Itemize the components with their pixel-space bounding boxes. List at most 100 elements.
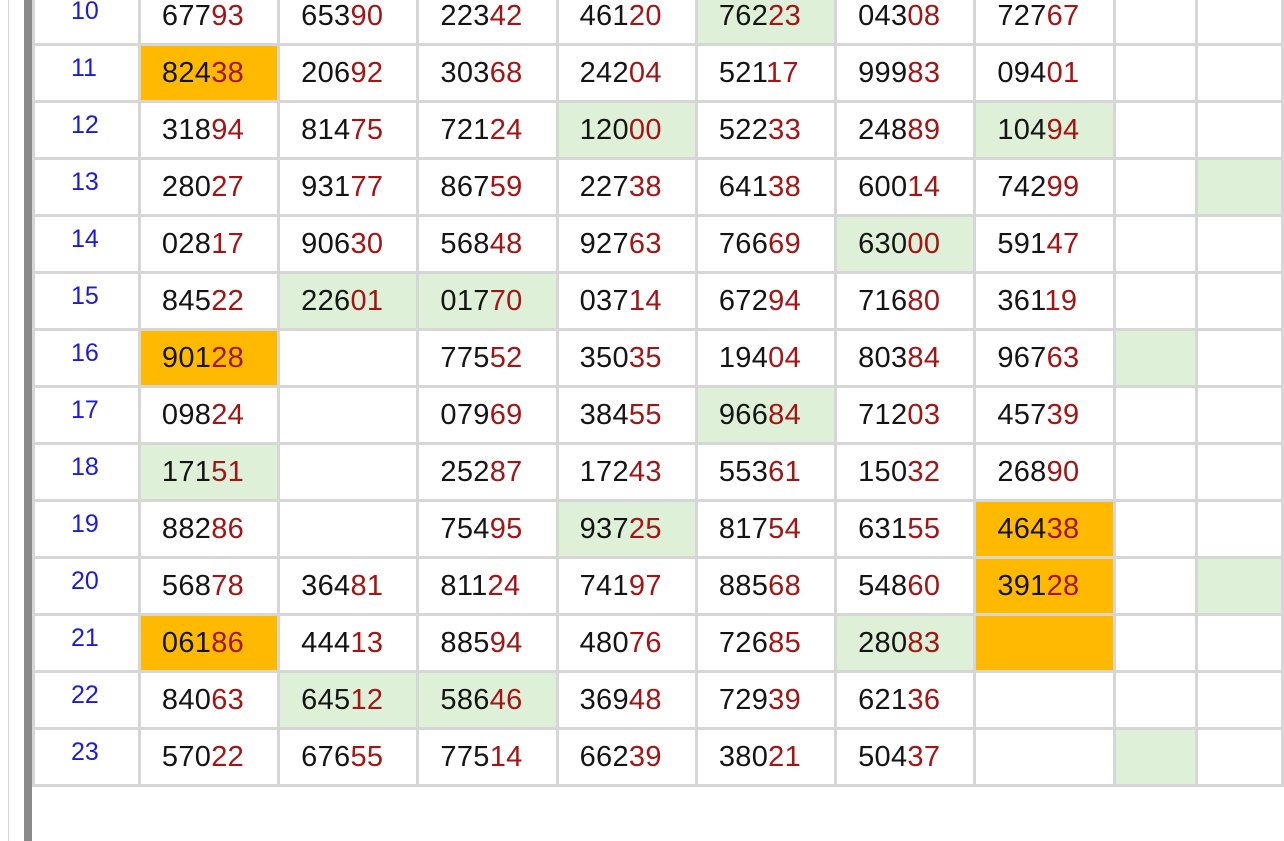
result-cell: 71680 [834, 271, 977, 331]
result-cell: 71203 [834, 385, 977, 445]
number-head-digits: 017 [440, 284, 490, 317]
result-cell: 59147 [973, 214, 1116, 274]
number-tail-digits: 22 [211, 740, 245, 773]
result-cell: 56878 [137, 556, 281, 616]
result-cell: 81475 [277, 100, 420, 160]
result-cell: 48076 [555, 613, 698, 673]
table-row: 19 88286 75495 93725 81754 63155 46438 [32, 499, 1284, 559]
number-head-digits: 845 [161, 284, 212, 317]
empty-cell [1195, 0, 1284, 46]
number-tail-digits: 70 [489, 284, 523, 317]
result-cell: 36948 [555, 670, 698, 730]
number-head-digits: 621 [858, 683, 908, 716]
number-tail-digits: 85 [768, 626, 802, 659]
number-tail-digits: 89 [907, 113, 941, 146]
result-cell: 75495 [416, 499, 559, 559]
number-tail-digits: 69 [489, 398, 523, 431]
number-tail-digits: 01 [1046, 56, 1080, 89]
result-cell: 28083 [834, 613, 977, 673]
number-tail-digits: 55 [350, 740, 384, 773]
number-head-digits: 586 [440, 683, 490, 716]
result-cell: 88568 [694, 556, 838, 616]
number-tail-digits: 12 [350, 683, 384, 716]
row-index: 18 [32, 442, 141, 502]
number-head-digits: 280 [161, 170, 212, 203]
number-tail-digits: 04 [628, 56, 662, 89]
empty-cell [1195, 670, 1284, 730]
number-head-digits: 901 [161, 341, 212, 374]
number-head-digits: 966 [718, 398, 769, 431]
result-cell: 52233 [694, 100, 838, 160]
number-head-digits: 885 [718, 569, 769, 602]
result-cell: 24204 [555, 43, 698, 103]
number-head-digits: 742 [997, 170, 1047, 203]
empty-cell [1195, 271, 1284, 331]
result-cell: 84522 [137, 271, 281, 331]
number-head-digits: 444 [301, 626, 351, 659]
table-row: 21 06186 44413 88594 48076 72685 28083 [32, 613, 1284, 673]
number-tail-digits: 00 [628, 113, 662, 146]
result-cell: 88594 [416, 613, 559, 673]
number-tail-digits: 30 [350, 227, 384, 260]
number-tail-digits: 90 [350, 0, 384, 32]
results-table: 10 67793 65390 22342 46120 76223 04308 72767 11 8… [32, 0, 1284, 787]
number-head-digits: 999 [858, 56, 908, 89]
number-tail-digits: 94 [211, 113, 245, 146]
number-tail-digits: 22 [211, 284, 245, 317]
result-cell: 86759 [416, 157, 559, 217]
result-cell: 39128 [973, 556, 1116, 616]
number-head-digits: 967 [997, 341, 1047, 374]
result-cell: 67655 [277, 727, 420, 787]
result-cell: 96763 [973, 328, 1116, 388]
table-row: 10 67793 65390 22342 46120 76223 04308 72767 [32, 0, 1284, 46]
row-index: 16 [32, 328, 141, 388]
number-head-digits: 171 [161, 455, 212, 488]
number-tail-digits: 63 [1046, 341, 1080, 374]
result-cell [277, 328, 420, 388]
empty-cell [1112, 727, 1199, 787]
row-index: 17 [32, 385, 141, 445]
empty-cell [1112, 499, 1199, 559]
result-cell: 26890 [973, 442, 1116, 502]
number-head-digits: 361 [997, 284, 1045, 317]
result-cell: 72767 [973, 0, 1116, 46]
result-cell: 30368 [416, 43, 559, 103]
result-cell: 09401 [973, 43, 1116, 103]
result-cell: 96684 [694, 385, 838, 445]
table-row: 11 82438 20692 30368 24204 52117 99983 09401 [32, 43, 1284, 103]
empty-cell [1112, 271, 1199, 331]
number-head-digits: 568 [161, 569, 212, 602]
number-head-digits: 882 [161, 512, 212, 545]
number-tail-digits: 77 [350, 170, 384, 203]
number-tail-digits: 68 [489, 56, 523, 89]
result-cell: 31894 [137, 100, 281, 160]
empty-cell [1112, 385, 1199, 445]
row-index: 13 [32, 157, 141, 217]
row-index: 10 [32, 0, 141, 46]
result-cell: 77514 [416, 727, 559, 787]
result-cell: 36119 [973, 271, 1116, 331]
number-tail-digits: 17 [211, 227, 245, 260]
result-cell: 76669 [694, 214, 838, 274]
result-cell: 45739 [973, 385, 1116, 445]
number-head-digits: 104 [997, 113, 1047, 146]
number-head-digits: 775 [440, 341, 490, 374]
result-cell: 24889 [834, 100, 977, 160]
number-head-digits: 641 [718, 170, 769, 203]
number-tail-digits: 21 [768, 740, 802, 773]
number-head-digits: 194 [718, 341, 769, 374]
number-head-digits: 248 [858, 113, 908, 146]
results-table-body: 10 67793 65390 22342 46120 76223 04308 72767 11 8… [32, 0, 1284, 787]
number-tail-digits: 95 [489, 512, 523, 545]
number-head-digits: 150 [858, 455, 908, 488]
number-head-digits: 318 [161, 113, 212, 146]
scroll-edge-line [8, 0, 9, 841]
number-head-digits: 120 [579, 113, 629, 146]
number-tail-digits: 63 [211, 683, 245, 716]
number-head-digits: 028 [161, 227, 212, 260]
empty-cell [1112, 214, 1199, 274]
number-tail-digits: 13 [350, 626, 384, 659]
number-tail-digits: 01 [350, 284, 384, 317]
empty-cell [1112, 328, 1199, 388]
number-tail-digits: 94 [489, 626, 523, 659]
